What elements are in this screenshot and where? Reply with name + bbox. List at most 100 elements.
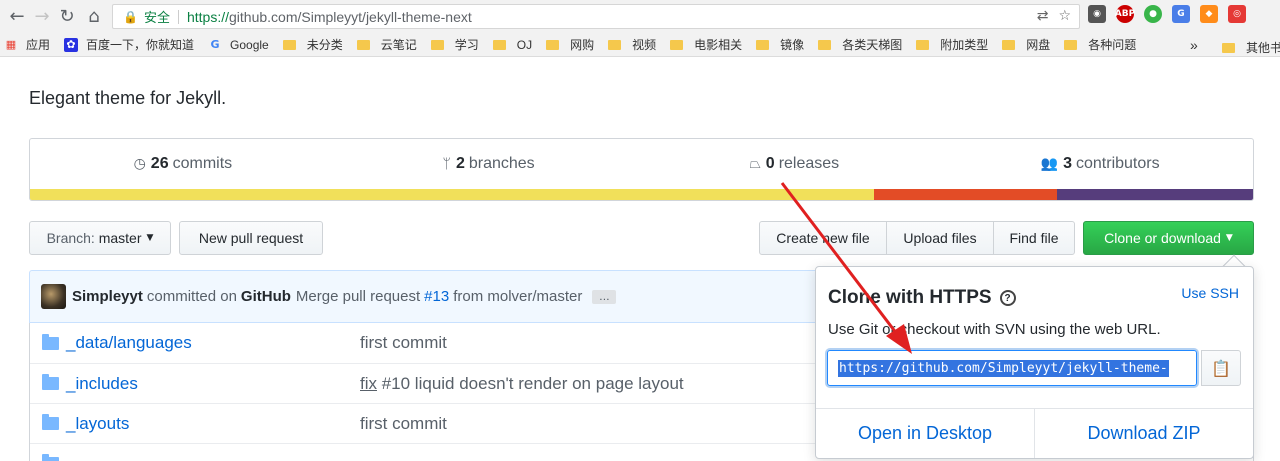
bookmark-label: 网购 — [570, 38, 595, 52]
new-pull-request-button[interactable]: New pull request — [179, 221, 323, 255]
folder-icon — [670, 39, 684, 50]
folder-icon — [916, 39, 930, 50]
back-icon[interactable]: ← — [4, 3, 30, 29]
folder-icon — [546, 39, 560, 50]
reload-icon[interactable]: ↻ — [54, 3, 80, 29]
bookmark-folder[interactable]: 电影相关 — [670, 36, 742, 53]
bookmark-label: 其他书 — [1246, 41, 1280, 55]
file-name-link[interactable]: _includes — [66, 374, 360, 394]
open-in-desktop-button[interactable]: Open in Desktop — [816, 409, 1035, 458]
forward-icon[interactable]: → — [29, 3, 55, 29]
bookmark-folder[interactable]: OJ — [492, 38, 532, 52]
bookmark-folder[interactable]: 各类天梯图 — [818, 36, 902, 53]
folder-icon — [756, 39, 770, 50]
bookmark-folder[interactable]: 未分类 — [282, 36, 343, 53]
commit-message-link[interactable]: fix — [360, 374, 377, 393]
bookmark-apps[interactable]: ▦ 应用 — [4, 36, 50, 53]
bookmark-folder[interactable]: 各种问题 — [1064, 36, 1136, 53]
home-icon[interactable]: ⌂ — [81, 3, 107, 29]
folder-icon — [1064, 39, 1078, 50]
folder-icon — [430, 39, 444, 50]
language-segment[interactable] — [1057, 189, 1253, 200]
bookmark-folder[interactable]: 网盘 — [1002, 36, 1050, 53]
file-commit-message[interactable]: first commit — [360, 333, 447, 353]
clone-label: Clone or download — [1104, 230, 1221, 246]
bookmark-label: 电影相关 — [694, 38, 743, 52]
extension-red-icon[interactable]: ◎ — [1228, 5, 1246, 23]
folder-icon — [818, 39, 832, 50]
popover-footer: Open in Desktop Download ZIP — [816, 408, 1253, 458]
address-separator — [177, 9, 179, 24]
extension-orange-icon[interactable]: ◆ — [1200, 5, 1218, 23]
commit-message-pre[interactable]: Merge pull request — [296, 288, 420, 305]
branch-select-button[interactable]: Branch: master ▼ — [29, 221, 171, 255]
caret-down-icon: ▼ — [1225, 233, 1233, 243]
bookmark-folder[interactable]: 附加类型 — [916, 36, 988, 53]
extension-cat-icon[interactable]: ◉ — [1088, 5, 1106, 23]
file-name-link[interactable]: _layouts — [66, 414, 360, 434]
branches-link[interactable]: ᛘ 2 branches — [336, 155, 642, 173]
file-commit-message[interactable]: fix #10 liquid doesn't render on page la… — [360, 374, 684, 394]
bookmark-label: 未分类 — [306, 38, 343, 52]
file-name-prefix: _data/ — [66, 333, 114, 352]
commit-pr-link[interactable]: #13 — [424, 288, 449, 305]
language-bar[interactable] — [30, 189, 1253, 200]
folder-icon — [42, 374, 59, 390]
adblock-icon[interactable]: ABP — [1115, 5, 1135, 23]
download-zip-button[interactable]: Download ZIP — [1035, 409, 1253, 458]
help-icon[interactable]: ? — [999, 290, 1016, 306]
commits-link[interactable]: ◷ 26 commits — [30, 155, 336, 173]
bookmarks-overflow[interactable]: » — [1190, 37, 1198, 53]
translate-ext-icon[interactable]: G — [1172, 5, 1190, 23]
clone-or-download-button[interactable]: Clone or download ▼ — [1083, 221, 1254, 255]
avatar[interactable] — [41, 284, 66, 309]
clone-popover: Clone with HTTPS ? Use SSH Use Git or ch… — [815, 266, 1254, 459]
bookmark-baidu[interactable]: ✿ 百度一下，你就知道 — [64, 36, 194, 53]
bookmark-other[interactable]: 其他书 — [1222, 39, 1280, 56]
contributors-label: contributors — [1076, 155, 1160, 172]
bookmark-folder[interactable]: 网购 — [546, 36, 594, 53]
star-icon[interactable]: ☆ — [1058, 8, 1071, 24]
contributors-count: 3 — [1063, 155, 1072, 172]
bookmark-folder[interactable]: 学习 — [430, 36, 479, 53]
find-file-button[interactable]: Find file — [993, 221, 1075, 255]
use-ssh-link[interactable]: Use SSH — [1181, 285, 1239, 301]
bookmark-folder[interactable]: 镜像 — [756, 36, 804, 53]
commit-author[interactable]: Simpleyyt — [72, 288, 143, 305]
file-name-link[interactable]: _data/languages — [66, 333, 360, 353]
bookmark-label: 各类天梯图 — [842, 38, 903, 52]
folder-icon — [42, 414, 59, 430]
releases-link[interactable]: ⏢ 0 releases — [642, 155, 948, 173]
branches-count: 2 — [455, 155, 465, 172]
file-actions-group: Create new file Upload files Find file — [759, 221, 1075, 255]
create-new-file-button[interactable]: Create new file — [759, 221, 887, 255]
security-label: 安全 — [143, 10, 170, 25]
repo-description: Elegant theme for Jekyll. — [29, 88, 227, 108]
apps-grid-icon: ▦ — [5, 38, 17, 51]
bookmarks-bar: ▦ 应用 ✿ 百度一下，你就知道 G Google 未分类 云笔记 学习 OJ … — [0, 33, 1280, 57]
extension-green-icon[interactable]: ● — [1144, 5, 1162, 23]
branch-name: master — [98, 230, 142, 246]
bookmark-folder[interactable]: 云笔记 — [356, 36, 417, 53]
bookmark-label: 网盘 — [1026, 38, 1051, 52]
address-bar[interactable]: 🔒 安全 https://github.com/Simpleyyt/jekyll… — [112, 4, 1080, 29]
language-segment[interactable] — [30, 189, 874, 200]
expand-commit-button[interactable]: … — [592, 289, 617, 304]
file-commit-message[interactable]: first commit — [360, 414, 447, 434]
bookmark-google[interactable]: G Google — [208, 38, 269, 52]
contributors-link[interactable]: 👥 3 contributors — [947, 155, 1253, 173]
copy-clipboard-button[interactable]: 📋 — [1201, 350, 1241, 386]
bookmark-folder[interactable]: 视频 — [608, 36, 656, 53]
upload-files-button[interactable]: Upload files — [886, 221, 994, 255]
branch-icon: ᛘ — [442, 156, 451, 172]
bookmark-label: 学习 — [454, 38, 479, 52]
commit-message-post[interactable]: from molver/master — [453, 288, 582, 305]
clone-url-input[interactable]: https://github.com/Simpleyyt/jekyll-them… — [827, 350, 1197, 386]
folder-icon — [1222, 42, 1235, 53]
committed-on-text: committed on — [146, 288, 237, 305]
caret-down-icon: ▼ — [146, 233, 154, 243]
bookmark-label: 应用 — [26, 38, 51, 52]
language-segment[interactable] — [873, 189, 1058, 200]
folder-icon — [1002, 39, 1016, 50]
translate-icon[interactable]: ⇄ — [1037, 8, 1049, 24]
